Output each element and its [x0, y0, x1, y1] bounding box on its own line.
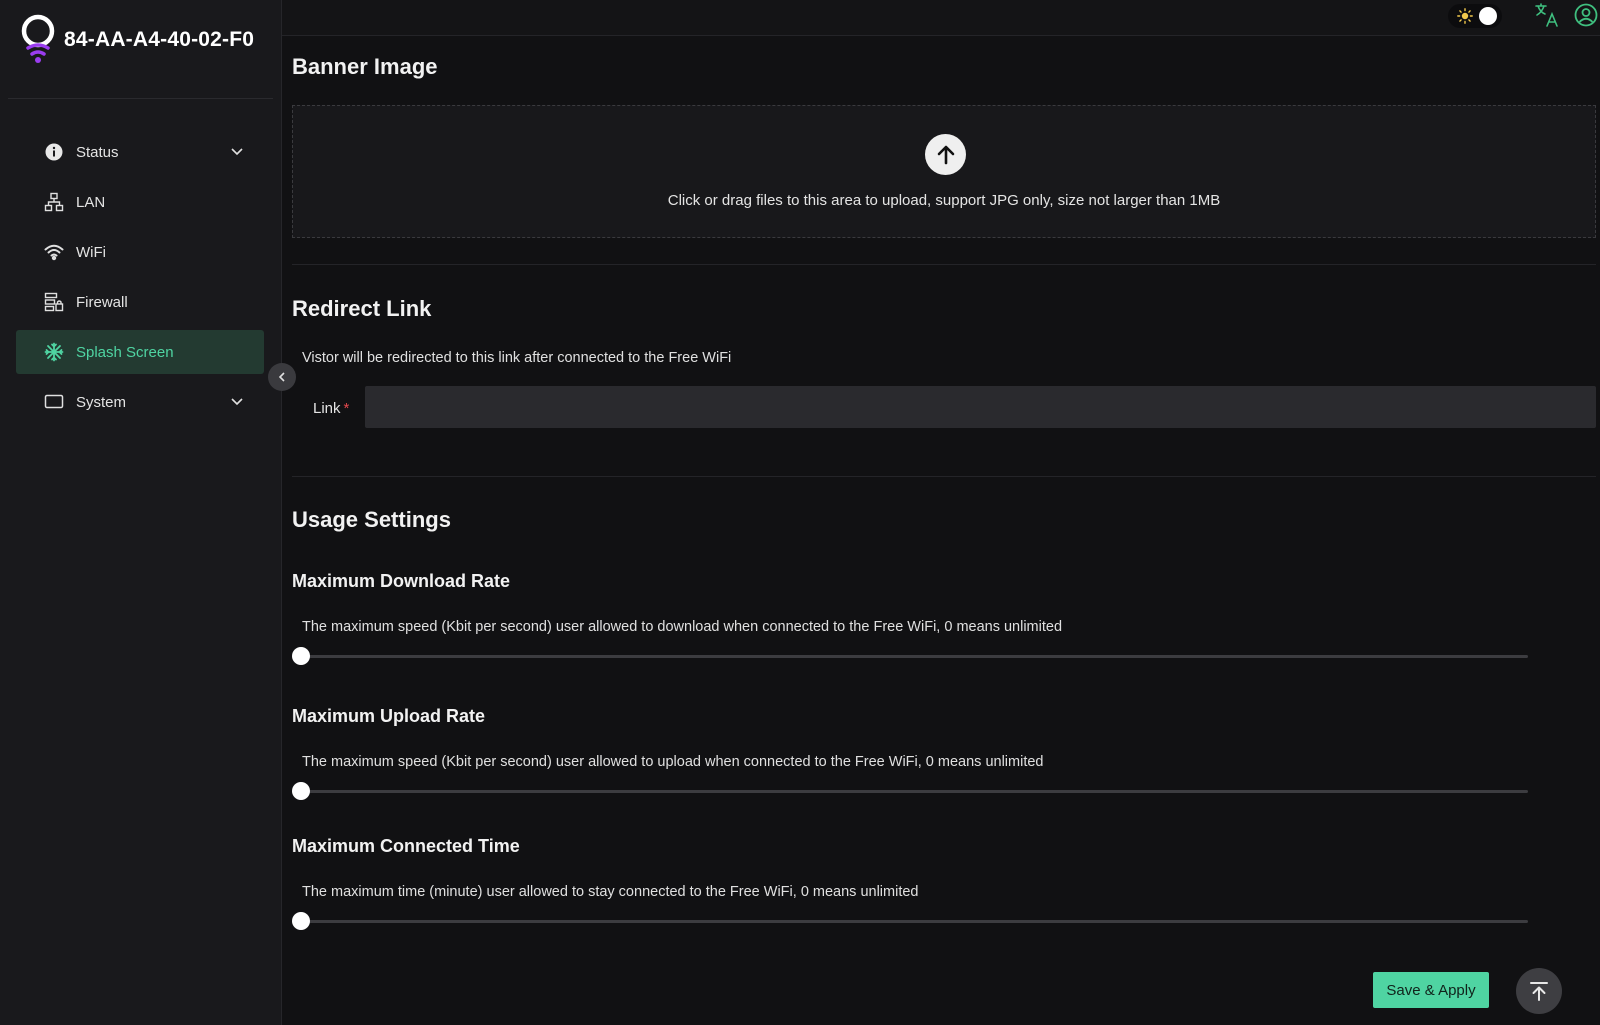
- slider-rail: [295, 655, 1528, 658]
- connected-time-title: Maximum Connected Time: [292, 836, 520, 856]
- sidebar-nav: Status LAN WiFi Firewall Splash Screen S…: [16, 130, 264, 430]
- chevron-down-icon: [231, 398, 243, 406]
- banner-title: Banner Image: [292, 54, 438, 79]
- sidebar-item-wifi[interactable]: WiFi: [16, 230, 264, 274]
- sidebar-item-firewall[interactable]: Firewall: [16, 280, 264, 324]
- link-label-text: Link: [313, 400, 341, 417]
- arrow-to-top-icon: [1530, 982, 1548, 1001]
- usage-title: Usage Settings: [292, 507, 451, 532]
- sidebar-item-label: Firewall: [76, 293, 128, 311]
- upload-rate-slider[interactable]: [292, 781, 1528, 801]
- device-name: 84-AA-A4-40-02-F0: [64, 28, 255, 51]
- sidebar-item-label: Splash Screen: [76, 343, 174, 361]
- upload-hint: Click or drag files to this area to uplo…: [667, 192, 1221, 209]
- user-icon[interactable]: [1574, 3, 1598, 27]
- info-icon: [44, 142, 64, 162]
- redirect-description: Vistor will be redirected to this link a…: [302, 350, 732, 366]
- link-input[interactable]: [365, 386, 1596, 428]
- upload-rate-description: The maximum speed (Kbit per second) user…: [302, 754, 1044, 770]
- slider-handle[interactable]: [292, 647, 310, 665]
- slider-handle[interactable]: [292, 782, 310, 800]
- theme-toggle[interactable]: [1448, 4, 1502, 28]
- monitor-icon: [44, 392, 64, 412]
- sidebar-item-label: LAN: [76, 193, 106, 211]
- save-apply-button[interactable]: Save & Apply: [1373, 972, 1489, 1008]
- firewall-icon: [44, 292, 64, 312]
- back-to-top-button[interactable]: [1516, 968, 1562, 1014]
- redirect-title: Redirect Link: [292, 296, 432, 321]
- sun-icon: [1457, 8, 1473, 24]
- splash-icon: [44, 342, 64, 362]
- download-rate-slider[interactable]: [292, 646, 1528, 666]
- connected-time-description: The maximum time (minute) user allowed t…: [302, 884, 919, 900]
- connected-time-slider[interactable]: [292, 911, 1528, 931]
- theme-toggle-knob: [1479, 7, 1497, 25]
- required-mark: *: [343, 400, 350, 417]
- sidebar-collapse-button[interactable]: [268, 363, 296, 391]
- brand: 84-AA-A4-40-02-F0: [18, 14, 254, 66]
- sidebar-item-status[interactable]: Status: [16, 130, 264, 174]
- sidebar-item-label: WiFi: [76, 243, 106, 261]
- sidebar: 84-AA-A4-40-02-F0 Status LAN WiFi Firewa…: [0, 0, 282, 1025]
- upload-arrow-icon: [925, 134, 966, 175]
- app-root: 84-AA-A4-40-02-F0 Status LAN WiFi Firewa…: [0, 0, 1600, 1025]
- sidebar-item-splash-screen[interactable]: Splash Screen: [16, 330, 264, 374]
- sidebar-item-label: System: [76, 393, 127, 411]
- section-divider: [292, 476, 1596, 477]
- link-label: Link *: [313, 400, 349, 417]
- topbar: [282, 0, 1600, 36]
- slider-rail: [295, 790, 1528, 793]
- slider-rail: [295, 920, 1528, 923]
- translate-icon[interactable]: [1534, 2, 1560, 28]
- chevron-down-icon: [231, 148, 243, 156]
- chevron-left-icon: [278, 372, 285, 382]
- sidebar-item-lan[interactable]: LAN: [16, 180, 264, 224]
- logo-icon: [21, 14, 55, 63]
- sidebar-item-label: Status: [76, 143, 119, 161]
- download-rate-title: Maximum Download Rate: [292, 571, 511, 591]
- section-divider: [292, 264, 1596, 265]
- network-icon: [44, 192, 64, 212]
- sidebar-divider: [8, 98, 273, 99]
- slider-handle[interactable]: [292, 912, 310, 930]
- sidebar-item-system[interactable]: System: [16, 380, 264, 424]
- wifi-icon: [44, 242, 64, 262]
- download-rate-description: The maximum speed (Kbit per second) user…: [302, 619, 1063, 635]
- banner-upload-dropzone[interactable]: Click or drag files to this area to uplo…: [292, 105, 1596, 238]
- upload-rate-title: Maximum Upload Rate: [292, 706, 486, 726]
